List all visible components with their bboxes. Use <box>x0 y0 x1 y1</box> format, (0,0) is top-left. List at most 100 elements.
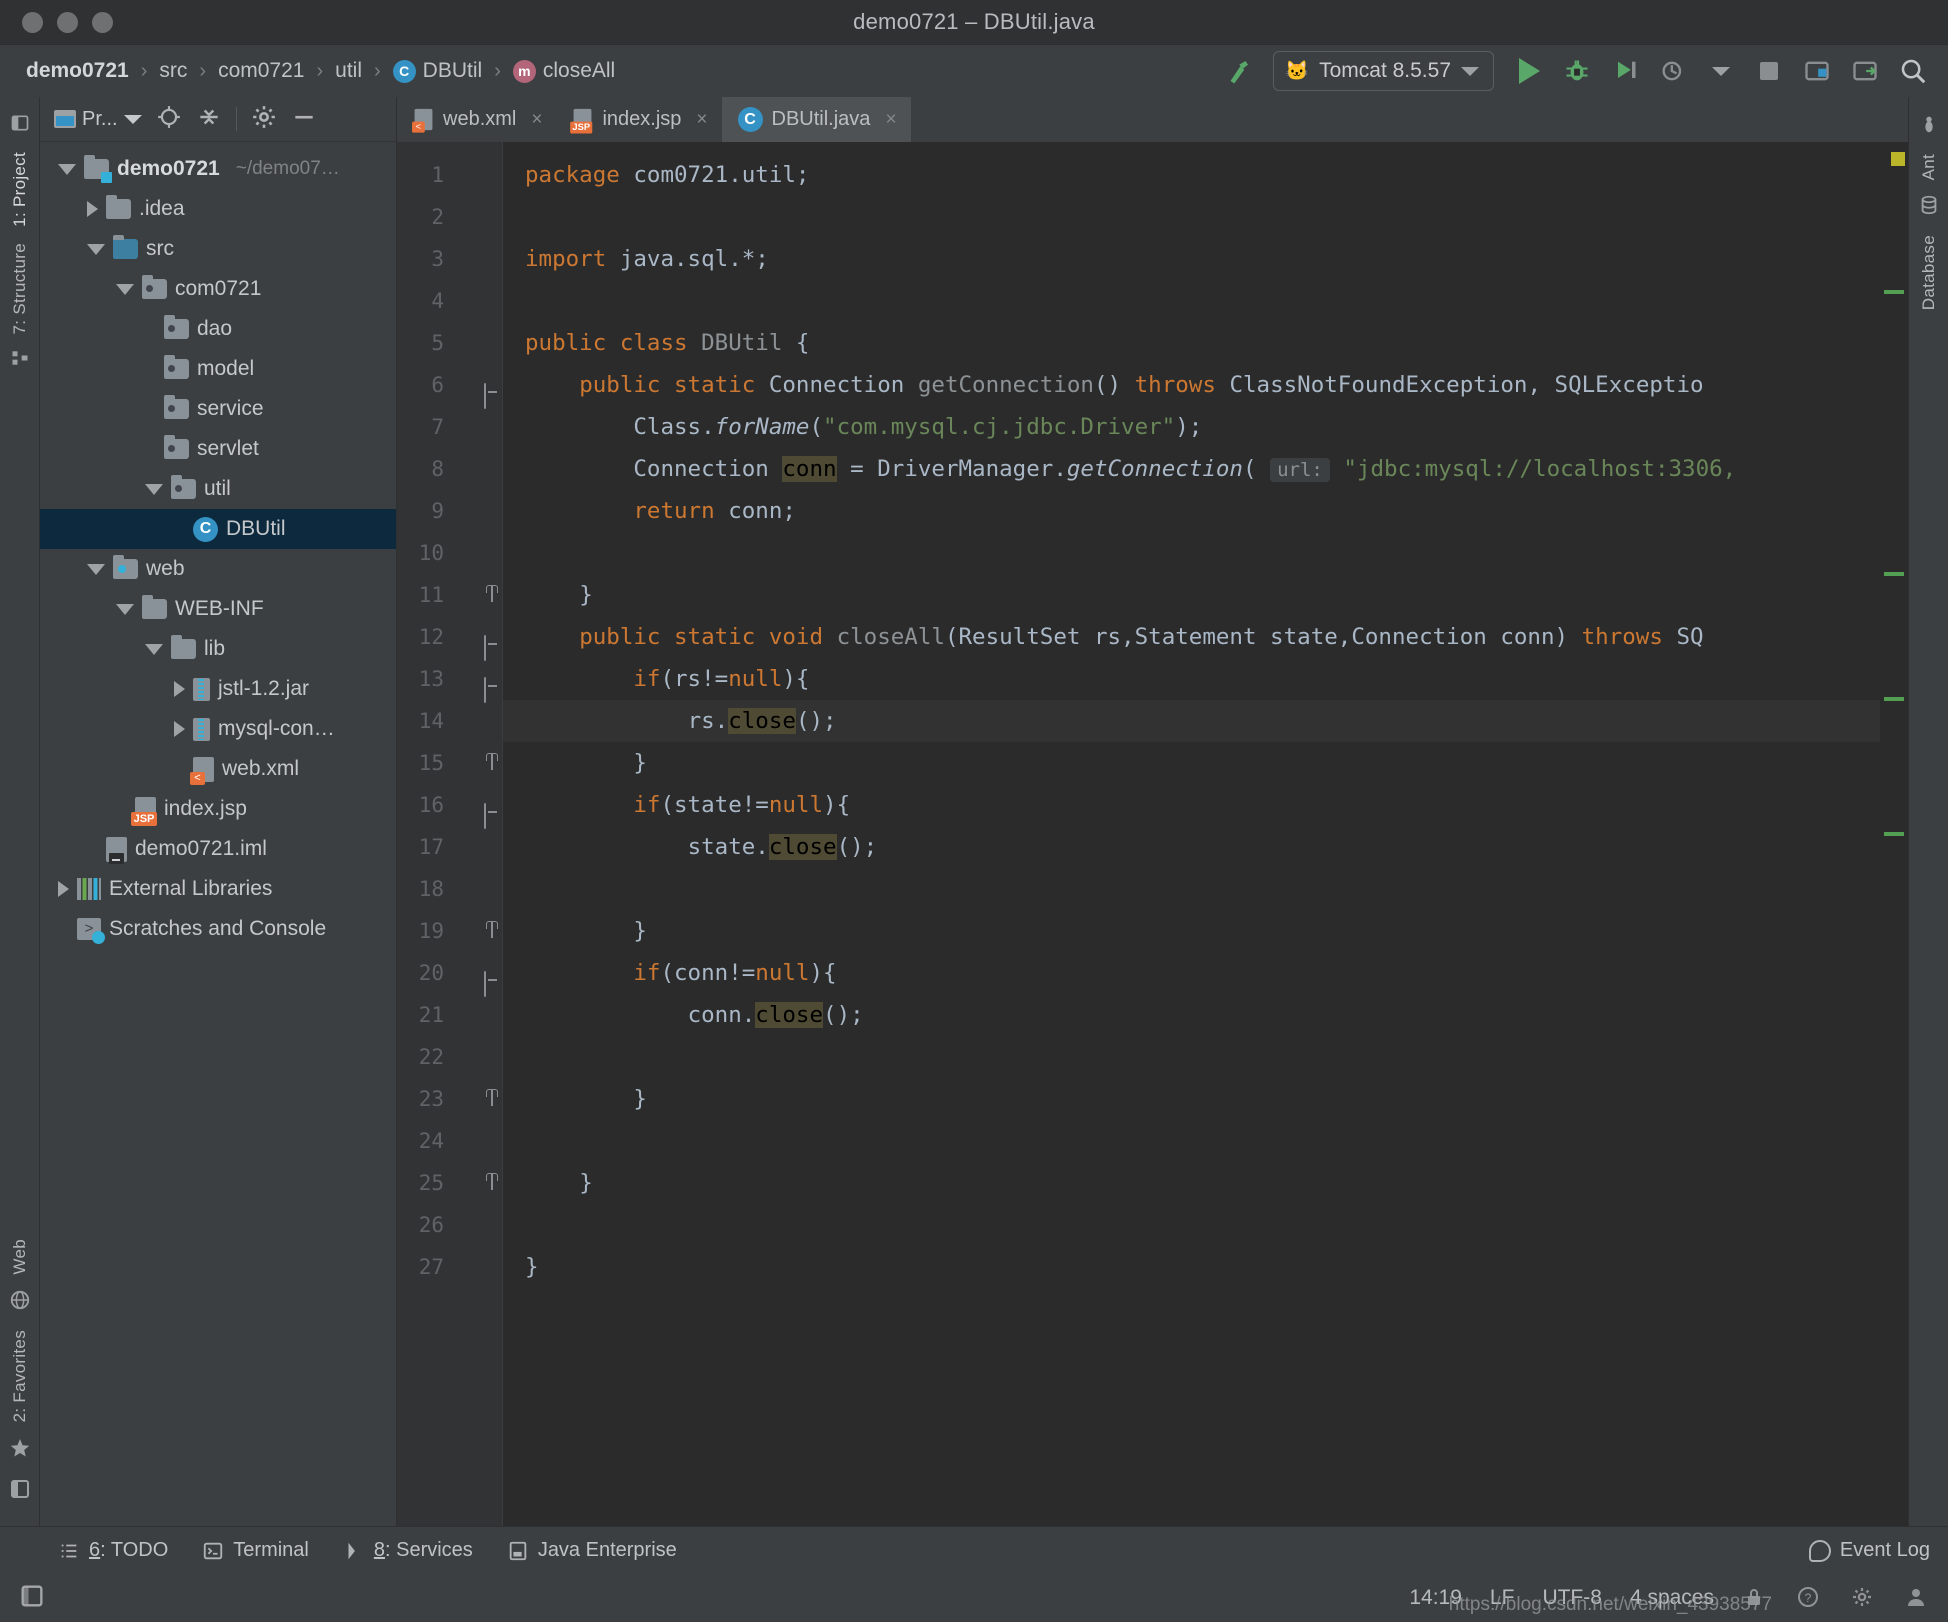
run-with-coverage-button[interactable] <box>1604 52 1646 90</box>
code-line[interactable] <box>503 196 1880 238</box>
tool-button-todo[interactable]: 6: TODO <box>58 1539 168 1562</box>
line-number[interactable]: 7 <box>397 406 502 448</box>
run-button[interactable] <box>1508 52 1550 90</box>
tree-item-service[interactable]: service <box>40 389 396 429</box>
tree-item-servlet[interactable]: servlet <box>40 429 396 469</box>
fold-end-icon[interactable] <box>467 921 486 940</box>
fold-end-icon[interactable] <box>467 753 486 772</box>
build-project-button[interactable] <box>1217 52 1259 90</box>
breadcrumb-item-src[interactable]: src <box>157 57 189 85</box>
line-number[interactable]: 14 <box>397 700 502 742</box>
line-number[interactable]: 15 <box>397 742 502 784</box>
tree-item-jstl-1-2-jar[interactable]: jstl-1.2.jar <box>40 669 396 709</box>
status-indent[interactable]: 4 spaces <box>1630 1586 1714 1610</box>
tree-item-idea[interactable]: .idea <box>40 189 396 229</box>
code-line[interactable] <box>503 1120 1880 1162</box>
tree-item-lib[interactable]: lib <box>40 629 396 669</box>
lock-icon[interactable] <box>1742 1585 1768 1611</box>
line-number[interactable]: 8 <box>397 448 502 490</box>
tree-item-web[interactable]: web <box>40 549 396 589</box>
tree-item-demo0721[interactable]: demo0721 ~/demo07… <box>40 149 396 189</box>
settings-button[interactable] <box>251 104 277 135</box>
line-number[interactable]: 5 <box>397 322 502 364</box>
error-stripe-marker-bar[interactable] <box>1880 142 1908 1526</box>
tool-button-java-enterprise[interactable]: Java Enterprise <box>507 1539 677 1562</box>
help-icon[interactable]: ? <box>1796 1585 1822 1611</box>
update-app-button[interactable] <box>1796 52 1838 90</box>
editor-tab-web-xml[interactable]: web.xml × <box>397 97 556 142</box>
code-line[interactable]: conn.close(); <box>503 994 1880 1036</box>
chevron-right-icon[interactable] <box>87 201 98 217</box>
tree-item-mysql-con[interactable]: mysql-con… <box>40 709 396 749</box>
code-line[interactable]: } <box>503 742 1880 784</box>
line-number[interactable]: 18 <box>397 868 502 910</box>
close-icon[interactable]: × <box>696 109 707 131</box>
breadcrumb-item-package[interactable]: com0721 <box>216 57 306 85</box>
code-line[interactable]: Connection conn = DriverManager.getConne… <box>503 448 1880 490</box>
stop-button[interactable] <box>1748 52 1790 90</box>
line-number[interactable]: 11 <box>397 574 502 616</box>
code-line[interactable] <box>503 868 1880 910</box>
fold-end-icon[interactable] <box>467 1089 486 1108</box>
line-number[interactable]: 26 <box>397 1204 502 1246</box>
code-line[interactable]: if(rs!=null){ <box>503 658 1880 700</box>
code-line[interactable]: Class.forName("com.mysql.cj.jdbc.Driver"… <box>503 406 1880 448</box>
line-number[interactable]: 13 <box>397 658 502 703</box>
chevron-right-icon[interactable] <box>58 881 69 897</box>
collapse-all-button[interactable] <box>196 104 222 135</box>
fold-end-icon[interactable] <box>467 585 486 604</box>
fold-collapse-icon[interactable] <box>467 627 486 661</box>
warning-marker[interactable] <box>1891 152 1905 166</box>
fold-collapse-icon[interactable] <box>467 795 486 829</box>
line-number[interactable]: 2 <box>397 196 502 238</box>
breadcrumb-item-project[interactable]: demo0721 <box>24 57 131 85</box>
gear-icon[interactable] <box>1850 1585 1876 1611</box>
chevron-down-icon[interactable] <box>145 483 163 495</box>
line-number[interactable]: 10 <box>397 532 502 574</box>
chevron-down-icon[interactable] <box>87 243 105 255</box>
tool-button-terminal[interactable]: Terminal <box>202 1539 309 1562</box>
line-number[interactable]: 9 <box>397 490 502 532</box>
chevron-right-icon[interactable] <box>174 681 185 697</box>
chevron-right-icon[interactable] <box>174 721 185 737</box>
code-line[interactable]: } <box>503 574 1880 616</box>
editor-tab-bar[interactable]: web.xml × index.jsp × C DBUtil.java × <box>397 97 1908 142</box>
project-view-selector[interactable]: Pr... <box>54 108 142 131</box>
fold-end-icon[interactable] <box>467 1173 486 1192</box>
line-number[interactable]: 20 <box>397 952 502 997</box>
open-browser-button[interactable] <box>1844 52 1886 90</box>
code-line[interactable]: if(state!=null){ <box>503 784 1880 826</box>
hide-panel-button[interactable] <box>291 104 317 135</box>
tree-item-src[interactable]: src <box>40 229 396 269</box>
code-line[interactable]: package com0721.util; <box>503 154 1880 196</box>
line-number[interactable]: 27 <box>397 1246 502 1288</box>
code-line[interactable] <box>503 1036 1880 1078</box>
chevron-down-icon[interactable] <box>116 283 134 295</box>
line-number[interactable]: 12 <box>397 616 502 661</box>
tree-item-util[interactable]: util <box>40 469 396 509</box>
maximize-window-button[interactable] <box>92 11 113 33</box>
code-line[interactable]: } <box>503 910 1880 952</box>
line-number[interactable]: 1 <box>397 154 502 196</box>
code-line[interactable] <box>503 1204 1880 1246</box>
window-controls[interactable] <box>0 11 113 33</box>
tree-item-external-libraries[interactable]: External Libraries <box>40 869 396 909</box>
search-everywhere-button[interactable] <box>1892 52 1934 90</box>
status-encoding[interactable]: UTF-8 <box>1542 1586 1602 1610</box>
tree-item-demo0721-iml[interactable]: demo0721.iml <box>40 829 396 869</box>
locate-button[interactable] <box>156 104 182 135</box>
toggle-sidebar-button[interactable] <box>18 1582 46 1615</box>
chevron-down-icon[interactable] <box>145 643 163 655</box>
code-line[interactable]: public class DBUtil { <box>503 322 1880 364</box>
tree-item-index-jsp[interactable]: index.jsp <box>40 789 396 829</box>
code-viewport[interactable]: 1 2 3 4 5 6 7 8 9 10 11 12 13 14 15 16 17 18 19 20 21 22 23 24 2… <box>397 142 1908 1526</box>
tree-item-dbutil[interactable]: C DBUtil <box>40 509 396 549</box>
sidebar-item-favorites[interactable]: 2: Favorites <box>10 1322 30 1430</box>
code-line[interactable]: public static void closeAll(ResultSet rs… <box>503 616 1880 658</box>
line-number[interactable]: 24 <box>397 1120 502 1162</box>
tree-item-dao[interactable]: dao <box>40 309 396 349</box>
editor-tab-index-jsp[interactable]: index.jsp × <box>556 97 721 142</box>
line-number[interactable]: 4 <box>397 280 502 322</box>
code-line[interactable]: } <box>503 1246 1880 1288</box>
profiler-dropdown[interactable] <box>1700 52 1742 90</box>
